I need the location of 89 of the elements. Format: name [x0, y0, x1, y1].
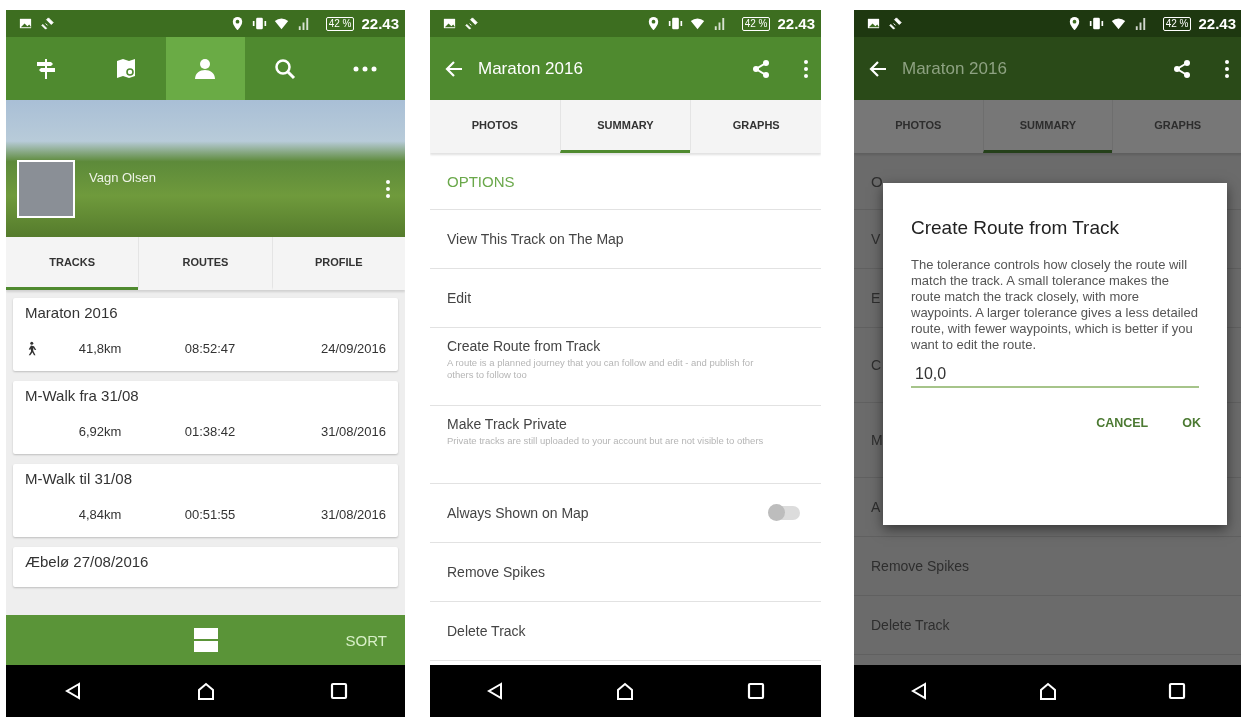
screen-title: Maraton 2016	[478, 58, 584, 79]
share-icon[interactable]	[1172, 58, 1192, 79]
option-label: Remove Spikes	[871, 558, 970, 574]
back-arrow-icon[interactable]	[444, 58, 464, 79]
toggle-switch[interactable]	[770, 506, 800, 520]
person-button[interactable]	[165, 37, 246, 100]
option-row[interactable]: Remove Spikes	[430, 543, 821, 602]
tab[interactable]: GRAPHS	[690, 100, 821, 153]
option-description: A route is a planned journey that you can follow and edit - and publish for others to follow too	[447, 357, 755, 381]
option-row[interactable]: Edit	[430, 269, 821, 328]
track-name: M-Walk fra 31/08	[25, 387, 140, 404]
option-label: Always Shown on Map	[447, 505, 590, 521]
tab[interactable]: SUMMARY	[559, 100, 691, 153]
track-card[interactable]: M-Walk til 31/08 4,84km 00:51:55 31/08/2016	[13, 464, 398, 537]
track-distance: 6,92km	[77, 424, 123, 439]
track-duration: 00:51:55	[183, 507, 237, 522]
option-row[interactable]: Always Shown on Map	[430, 484, 821, 543]
tab[interactable]: PHOTOS	[430, 100, 560, 153]
option-label: E	[871, 290, 881, 306]
vibrate-icon	[667, 16, 683, 31]
track-card[interactable]: M-Walk fra 31/08 6,92km 01:38:42 31/08/2016	[13, 381, 398, 454]
option-row[interactable]: Create Route from Track A route is a planned journey that you can follow and edit - and publish for others to follow too	[430, 328, 821, 406]
track-date: 31/08/2016	[319, 424, 386, 439]
home-icon[interactable]	[195, 681, 216, 701]
back-arrow-icon[interactable]	[868, 58, 888, 79]
option-label: A	[871, 499, 881, 515]
option-row[interactable]: Delete Track	[430, 602, 821, 661]
dialog-message: The tolerance controls how closely the route will match the track. A small tolerance makes the route match the track closely, with more waypoints. A larger tolerance gives a less detailed route, with fewer waypoints, which is better if you want to edit the route.	[911, 257, 1199, 353]
option-label: Delete Track	[447, 623, 527, 639]
option-label: C	[871, 357, 882, 373]
option-label: View This Track on The Map	[447, 231, 625, 247]
option-label: Remove Spikes	[447, 564, 547, 580]
dialog-button[interactable]: OK	[1174, 410, 1209, 436]
more-icon	[353, 65, 378, 72]
picture-icon	[866, 16, 881, 31]
more-icon[interactable]	[1224, 58, 1230, 79]
wifi-icon	[689, 16, 705, 31]
recents-icon[interactable]	[745, 681, 766, 701]
track-name: Æbelø 27/08/2016	[25, 553, 150, 570]
dialog-button[interactable]: CANCEL	[1088, 410, 1157, 436]
option-description: Private tracks are still uploaded to your account but are not visible to others	[447, 435, 765, 447]
clock-time: 22.43	[1198, 15, 1236, 32]
option-label: Create Route from Track	[447, 338, 602, 354]
picture-icon	[18, 16, 33, 31]
track-duration: 08:52:47	[183, 341, 237, 356]
avatar-photo-placeholder	[17, 159, 75, 218]
track-date: 31/08/2016	[319, 507, 386, 522]
vibrate-icon	[1088, 16, 1104, 31]
track-distance: 4,84km	[77, 507, 123, 522]
satellite-icon	[40, 16, 55, 31]
option-label: Edit	[447, 290, 473, 306]
wifi-icon	[273, 16, 289, 31]
recents-icon[interactable]	[1167, 681, 1188, 701]
profile-name: Vagn Olsen	[89, 170, 157, 185]
dialog-title: Create Route from Track	[911, 217, 1121, 239]
screen-title: Maraton 2016	[902, 58, 1008, 79]
track-card[interactable]: Æbelø 27/08/2016	[13, 547, 398, 587]
track-card[interactable]: Maraton 2016 41,8km 08:52:47 24/09/2016	[13, 298, 398, 371]
search-icon	[273, 56, 298, 81]
track-duration: 01:38:42	[183, 424, 237, 439]
share-icon[interactable]	[751, 58, 771, 79]
option-row[interactable]: Make Track Private Private tracks are still uploaded to your account but are not visible to others	[430, 406, 821, 484]
clock-time: 22.43	[777, 15, 815, 32]
satellite-icon	[464, 16, 479, 31]
satellite-icon	[888, 16, 903, 31]
track-distance: 41,8km	[77, 341, 123, 356]
clock-time: 22.43	[361, 15, 399, 32]
battery-indicator: 42 %	[325, 16, 355, 31]
battery-indicator: 42 %	[1162, 16, 1192, 31]
track-name: M-Walk til 31/08	[25, 470, 133, 487]
picture-icon	[442, 16, 457, 31]
option-label: V	[871, 231, 881, 247]
track-name: Maraton 2016	[25, 304, 119, 321]
person-icon	[193, 56, 218, 81]
more-icon[interactable]	[803, 58, 809, 79]
section-heading: OPTIONS	[447, 172, 515, 190]
list-view-icon[interactable]	[192, 627, 219, 653]
option-label: Make Track Private	[447, 416, 568, 432]
option-label: O	[871, 172, 883, 190]
recents-icon[interactable]	[328, 681, 349, 701]
home-icon[interactable]	[1038, 681, 1058, 701]
track-date: 24/09/2016	[319, 341, 386, 356]
battery-indicator: 42 %	[741, 16, 771, 31]
vibrate-icon	[251, 16, 267, 31]
home-icon[interactable]	[615, 681, 636, 701]
wifi-icon	[1110, 16, 1126, 31]
option-row[interactable]: View This Track on The Map	[430, 210, 821, 269]
option-label: Delete Track	[871, 617, 950, 633]
option-label: M	[871, 432, 883, 448]
